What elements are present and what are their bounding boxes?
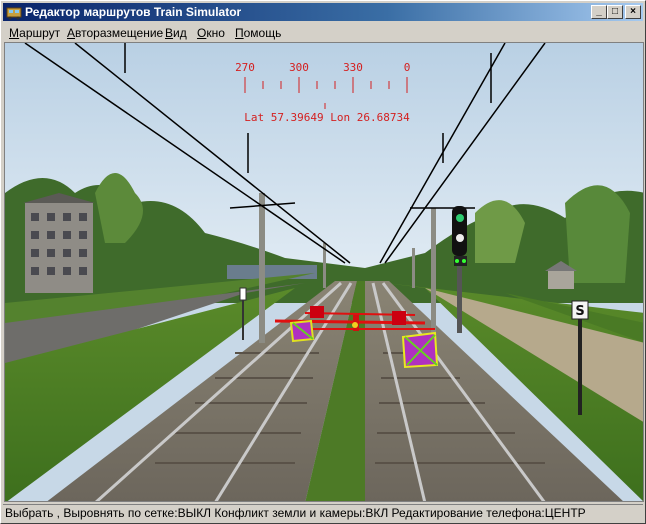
status-text: Выбрать , Выровнять по сетке:ВЫКЛ Конфли… xyxy=(5,506,586,520)
menu-autoplace[interactable]: Авторазмещение xyxy=(67,26,163,40)
menu-view-label: ид xyxy=(173,26,187,40)
menu-help[interactable]: Помощь xyxy=(235,26,281,40)
minimize-button[interactable]: _ xyxy=(591,5,607,19)
route-editor-window: Редактор маршрутов Train Simulator _ □ ×… xyxy=(0,0,646,524)
menu-window-hotkey: О xyxy=(197,26,207,40)
menu-autoplace-hotkey: А xyxy=(67,26,76,40)
menu-bar: Маршрут Авторазмещение Вид Окно Помощь xyxy=(3,23,643,42)
tree-far-right xyxy=(565,185,630,283)
compass-heading-0: 0 xyxy=(404,61,411,74)
close-button[interactable]: × xyxy=(625,5,641,19)
menu-window[interactable]: Окно xyxy=(197,26,225,40)
menu-help-label: омощь xyxy=(243,26,282,40)
app-icon[interactable] xyxy=(6,4,22,20)
coordinates-readout: Lat 57.39649 Lon 26.68734 xyxy=(244,111,410,124)
menu-help-hotkey: П xyxy=(235,26,244,40)
menu-view-hotkey: В xyxy=(165,26,174,40)
km-post xyxy=(239,287,247,301)
menu-view[interactable]: Вид xyxy=(165,26,187,40)
compass-heading-300: 300 xyxy=(289,61,309,74)
scene-render[interactable]: S 270 300 330 0 Lat 57.39649 Lon 26.6873… xyxy=(5,43,644,502)
status-bar: Выбрать , Выровнять по сетке:ВЫКЛ Конфли… xyxy=(3,504,643,522)
menu-route[interactable]: Маршрут xyxy=(9,26,60,40)
menu-window-label: кно xyxy=(206,26,225,40)
km-post-pole xyxy=(242,300,244,340)
menu-route-label: аршрут xyxy=(19,26,61,40)
whistle-sign-letter: S xyxy=(575,304,584,319)
window-title: Редактор маршрутов Train Simulator xyxy=(25,5,242,19)
apartment-building xyxy=(23,193,95,293)
distant-building xyxy=(227,265,317,279)
menu-autoplace-label: вторазмещение xyxy=(75,26,164,40)
3d-viewport[interactable]: S 270 300 330 0 Lat 57.39649 Lon 26.6873… xyxy=(4,42,644,502)
maximize-button[interactable]: □ xyxy=(607,5,623,19)
title-bar[interactable]: Редактор маршрутов Train Simulator _ □ × xyxy=(3,3,643,21)
compass-heading-270: 270 xyxy=(235,61,255,74)
compass-heading-330: 330 xyxy=(343,61,363,74)
menu-route-hotkey: М xyxy=(9,26,20,40)
